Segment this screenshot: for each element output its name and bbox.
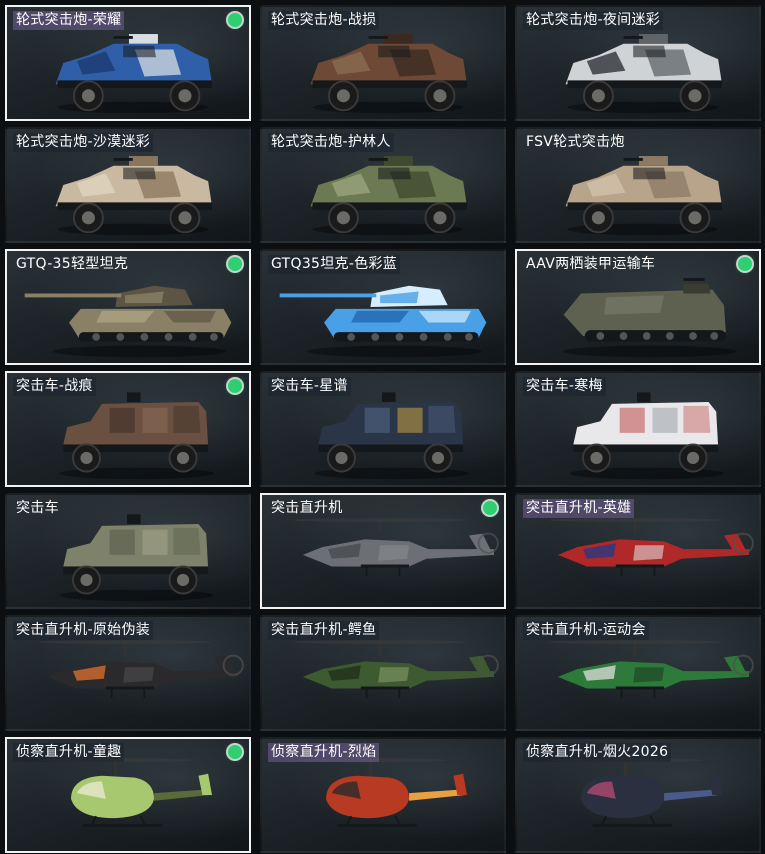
vehicle-name-label: 突击直升机-原始伪装	[13, 621, 154, 640]
vehicle-card[interactable]: 轮式突击炮-夜间迷彩	[515, 5, 761, 121]
vehicle-card[interactable]: 突击车-寒梅	[515, 371, 761, 487]
vehicle-card[interactable]: FSV轮式突击炮	[515, 127, 761, 243]
vehicle-card[interactable]: 突击车	[5, 493, 251, 609]
equipped-status-icon	[228, 745, 242, 759]
vehicle-skin-grid: 轮式突击炮-荣耀 轮式突击炮-战损 轮式突击炮-夜间迷彩 轮式突击炮-沙漠迷彩 …	[5, 5, 761, 853]
vehicle-card[interactable]: 突击车-星谱	[260, 371, 506, 487]
vehicle-name-label: AAV两栖装甲运输车	[526, 256, 656, 272]
vehicle-card[interactable]: GTQ35坦克-色彩蓝	[260, 249, 506, 365]
vehicle-name-label: 侦察直升机-烟火2026	[523, 743, 672, 762]
vehicle-name-label: FSV轮式突击炮	[526, 134, 625, 150]
vehicle-card[interactable]: GTQ-35轻型坦克	[5, 249, 251, 365]
vehicle-name-label: 突击车-星谱	[268, 377, 351, 396]
vehicle-card[interactable]: 轮式突击炮-沙漠迷彩	[5, 127, 251, 243]
equipped-status-icon	[228, 257, 242, 271]
vehicle-card[interactable]: 突击直升机	[260, 493, 506, 609]
vehicle-name-label: GTQ-35轻型坦克	[16, 256, 129, 272]
vehicle-card[interactable]: 侦察直升机-烟火2026	[515, 737, 761, 853]
vehicle-card[interactable]: 轮式突击炮-荣耀	[5, 5, 251, 121]
vehicle-card[interactable]: 突击直升机-运动会	[515, 615, 761, 731]
vehicle-name-label: 突击直升机	[271, 500, 343, 516]
vehicle-name-label: 轮式突击炮-夜间迷彩	[523, 11, 664, 30]
equipped-status-icon	[483, 501, 497, 515]
vehicle-card[interactable]: 轮式突击炮-战损	[260, 5, 506, 121]
vehicle-card[interactable]: 侦察直升机-童趣	[5, 737, 251, 853]
vehicle-card[interactable]: 突击直升机-英雄	[515, 493, 761, 609]
vehicle-name-label: 突击直升机-鳄鱼	[268, 621, 380, 640]
vehicle-card[interactable]: 侦察直升机-烈焰	[260, 737, 506, 853]
vehicle-name-label: GTQ35坦克-色彩蓝	[268, 255, 401, 274]
vehicle-name-label: 轮式突击炮-战损	[268, 11, 380, 30]
vehicle-name-label: 突击直升机-英雄	[523, 499, 635, 518]
vehicle-name-label: 侦察直升机-童趣	[13, 743, 125, 762]
vehicle-name-label: 突击直升机-运动会	[523, 621, 649, 640]
vehicle-card[interactable]: AAV两栖装甲运输车	[515, 249, 761, 365]
equipped-status-icon	[228, 379, 242, 393]
equipped-status-icon	[738, 257, 752, 271]
vehicle-card[interactable]: 突击车-战痕	[5, 371, 251, 487]
vehicle-card[interactable]: 突击直升机-原始伪装	[5, 615, 251, 731]
vehicle-card[interactable]: 轮式突击炮-护林人	[260, 127, 506, 243]
vehicle-name-label: 突击车-寒梅	[523, 377, 606, 396]
vehicle-name-label: 突击车	[16, 500, 59, 516]
vehicle-name-label: 侦察直升机-烈焰	[268, 743, 380, 762]
vehicle-name-label: 轮式突击炮-护林人	[268, 133, 394, 152]
vehicle-name-label: 轮式突击炮-荣耀	[13, 11, 125, 30]
vehicle-name-label: 轮式突击炮-沙漠迷彩	[13, 133, 154, 152]
vehicle-card[interactable]: 突击直升机-鳄鱼	[260, 615, 506, 731]
equipped-status-icon	[228, 13, 242, 27]
vehicle-name-label: 突击车-战痕	[13, 377, 96, 396]
